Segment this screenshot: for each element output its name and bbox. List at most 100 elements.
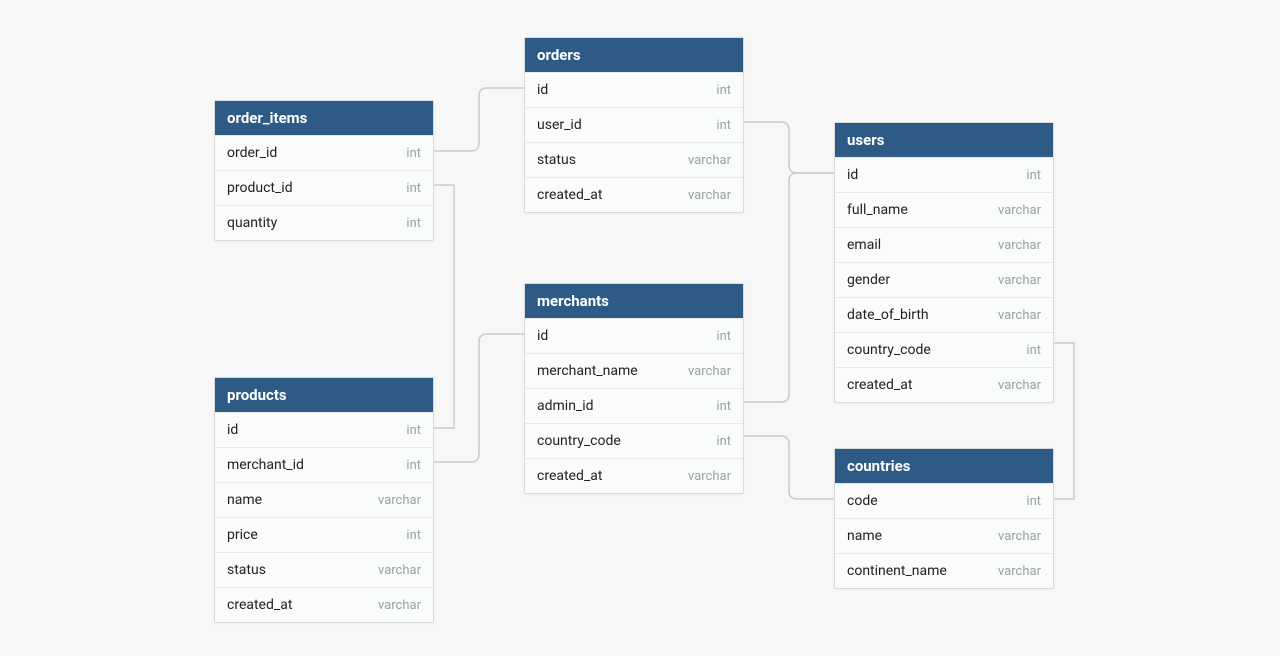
- table-order-items[interactable]: order_items order_id int product_id int …: [214, 100, 434, 241]
- field-type: int: [716, 329, 731, 344]
- field-row[interactable]: admin_id int: [525, 388, 743, 423]
- field-name: id: [537, 82, 548, 98]
- field-row[interactable]: status varchar: [525, 142, 743, 177]
- field-type: int: [716, 399, 731, 414]
- field-type: varchar: [688, 469, 731, 484]
- field-type: varchar: [998, 529, 1041, 544]
- field-row[interactable]: name varchar: [835, 518, 1053, 553]
- field-type: int: [406, 528, 421, 543]
- field-type: int: [716, 434, 731, 449]
- field-name: user_id: [537, 117, 582, 133]
- field-type: varchar: [688, 188, 731, 203]
- field-name: merchant_id: [227, 457, 304, 473]
- field-name: full_name: [847, 202, 908, 218]
- field-name: gender: [847, 272, 890, 288]
- field-type: varchar: [688, 153, 731, 168]
- field-row[interactable]: country_code int: [835, 332, 1053, 367]
- field-row[interactable]: created_at varchar: [525, 177, 743, 212]
- field-name: country_code: [537, 433, 621, 449]
- field-row[interactable]: price int: [215, 517, 433, 552]
- field-type: varchar: [998, 203, 1041, 218]
- table-countries[interactable]: countries code int name varchar continen…: [834, 448, 1054, 589]
- field-type: int: [406, 458, 421, 473]
- relation-edge[interactable]: [744, 173, 834, 402]
- field-type: varchar: [998, 273, 1041, 288]
- field-type: int: [406, 181, 421, 196]
- field-row[interactable]: id int: [215, 412, 433, 447]
- relation-edge[interactable]: [434, 88, 524, 151]
- field-name: name: [847, 528, 882, 544]
- field-name: name: [227, 492, 262, 508]
- field-row[interactable]: id int: [525, 72, 743, 107]
- table-orders[interactable]: orders id int user_id int status varchar…: [524, 37, 744, 213]
- field-row[interactable]: gender varchar: [835, 262, 1053, 297]
- field-row[interactable]: created_at varchar: [835, 367, 1053, 402]
- field-row[interactable]: code int: [835, 483, 1053, 518]
- field-name: created_at: [227, 597, 292, 613]
- relation-edge[interactable]: [744, 122, 834, 173]
- field-row[interactable]: date_of_birth varchar: [835, 297, 1053, 332]
- field-type: int: [716, 118, 731, 133]
- relation-edge[interactable]: [434, 334, 524, 462]
- field-type: int: [1026, 343, 1041, 358]
- field-row[interactable]: full_name varchar: [835, 192, 1053, 227]
- relation-edge[interactable]: [1054, 343, 1074, 499]
- field-name: admin_id: [537, 398, 594, 414]
- table-header[interactable]: products: [215, 378, 433, 412]
- field-type: varchar: [378, 563, 421, 578]
- table-header[interactable]: countries: [835, 449, 1053, 483]
- field-row[interactable]: order_id int: [215, 135, 433, 170]
- field-name: id: [227, 422, 238, 438]
- table-header[interactable]: merchants: [525, 284, 743, 318]
- field-row[interactable]: id int: [835, 157, 1053, 192]
- field-name: id: [847, 167, 858, 183]
- field-name: country_code: [847, 342, 931, 358]
- field-name: status: [227, 562, 266, 578]
- field-name: status: [537, 152, 576, 168]
- field-name: product_id: [227, 180, 293, 196]
- field-row[interactable]: created_at varchar: [215, 587, 433, 622]
- field-type: varchar: [378, 493, 421, 508]
- table-users[interactable]: users id int full_name varchar email var…: [834, 122, 1054, 403]
- field-row[interactable]: user_id int: [525, 107, 743, 142]
- table-merchants[interactable]: merchants id int merchant_name varchar a…: [524, 283, 744, 494]
- field-type: int: [1026, 168, 1041, 183]
- table-header[interactable]: order_items: [215, 101, 433, 135]
- field-name: merchant_name: [537, 363, 638, 379]
- table-products[interactable]: products id int merchant_id int name var…: [214, 377, 434, 623]
- field-type: int: [406, 216, 421, 231]
- field-row[interactable]: id int: [525, 318, 743, 353]
- field-type: varchar: [998, 308, 1041, 323]
- field-row[interactable]: created_at varchar: [525, 458, 743, 493]
- table-header[interactable]: users: [835, 123, 1053, 157]
- field-row[interactable]: country_code int: [525, 423, 743, 458]
- field-type: int: [716, 83, 731, 98]
- relation-edge[interactable]: [434, 185, 454, 428]
- field-row[interactable]: continent_name varchar: [835, 553, 1053, 588]
- field-row[interactable]: name varchar: [215, 482, 433, 517]
- table-header[interactable]: orders: [525, 38, 743, 72]
- field-type: int: [406, 146, 421, 161]
- relation-edge[interactable]: [744, 436, 834, 499]
- field-type: int: [1026, 494, 1041, 509]
- field-name: quantity: [227, 215, 277, 231]
- field-type: varchar: [998, 378, 1041, 393]
- field-row[interactable]: quantity int: [215, 205, 433, 240]
- field-name: continent_name: [847, 563, 947, 579]
- field-name: price: [227, 527, 258, 543]
- field-type: varchar: [998, 238, 1041, 253]
- field-row[interactable]: status varchar: [215, 552, 433, 587]
- field-row[interactable]: merchant_id int: [215, 447, 433, 482]
- field-type: varchar: [378, 598, 421, 613]
- field-name: created_at: [537, 187, 602, 203]
- field-type: int: [406, 423, 421, 438]
- field-name: date_of_birth: [847, 307, 929, 323]
- field-type: varchar: [688, 364, 731, 379]
- field-name: created_at: [847, 377, 912, 393]
- field-name: created_at: [537, 468, 602, 484]
- field-row[interactable]: merchant_name varchar: [525, 353, 743, 388]
- field-row[interactable]: email varchar: [835, 227, 1053, 262]
- field-row[interactable]: product_id int: [215, 170, 433, 205]
- field-type: varchar: [998, 564, 1041, 579]
- field-name: email: [847, 237, 881, 253]
